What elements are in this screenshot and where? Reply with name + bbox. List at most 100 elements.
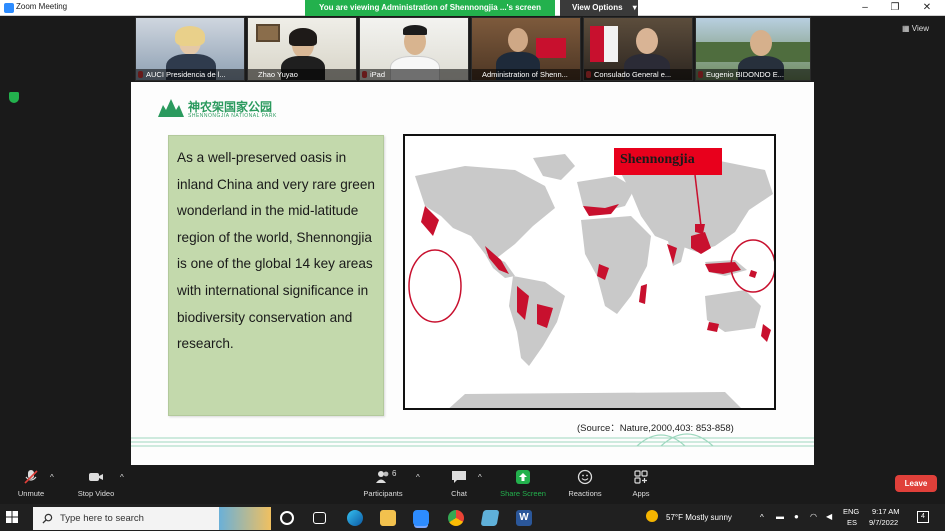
window-title: Zoom Meeting (16, 2, 68, 11)
windows-start-icon[interactable] (6, 511, 18, 523)
notification-count: 4 (921, 513, 925, 520)
video-camera-icon (89, 473, 103, 481)
background-flag (604, 26, 618, 62)
participant-name: Administration of Shenn... (472, 69, 580, 80)
reactions-button[interactable]: Reactions (565, 469, 605, 498)
clock-date[interactable]: 9/7/2022 (869, 518, 898, 527)
chrome-browser-icon[interactable] (448, 510, 464, 526)
word-app-icon[interactable]: W (516, 510, 532, 526)
participant-video (636, 28, 658, 54)
muted-microphone-icon (24, 470, 38, 484)
participants-chevron-icon[interactable]: ^ (416, 473, 420, 482)
participant-video (750, 30, 772, 56)
video-options-chevron-icon[interactable]: ^ (120, 473, 124, 482)
map-callout-label: Shennongjia (620, 152, 695, 167)
participant-name: Eugenio BIDONDO E... (696, 69, 810, 80)
search-icon (42, 513, 53, 524)
share-screen-icon (516, 470, 530, 484)
zoom-logo-icon (4, 3, 14, 13)
search-placeholder: Type here to search (60, 513, 144, 524)
participant-name: AUCI Presidencia de l... (136, 69, 244, 80)
view-button[interactable]: ▦ View (902, 24, 929, 33)
cortana-icon[interactable] (280, 511, 294, 525)
participants-icon (376, 471, 389, 483)
title-bar: Zoom Meeting You are viewing Administrat… (0, 0, 945, 16)
tray-chevron-icon[interactable]: ^ (760, 513, 764, 522)
participant-name: Zhao Yuyao (248, 69, 356, 80)
audio-options-chevron-icon[interactable]: ^ (50, 473, 54, 482)
background-flag (536, 38, 566, 58)
view-options-button[interactable]: View Options ▾ (560, 0, 638, 16)
participant-tile[interactable]: Administration of Shenn... (471, 17, 581, 81)
close-icon[interactable]: ✕ (912, 0, 942, 16)
encryption-shield-icon[interactable] (9, 92, 19, 103)
edge-browser-icon[interactable] (347, 510, 363, 526)
windows-taskbar: Type here to search W 57°F Mostly sunny … (0, 504, 945, 531)
language-indicator-bottom[interactable]: ES (847, 518, 857, 527)
participant-hair (289, 28, 317, 46)
file-explorer-icon[interactable] (380, 510, 396, 526)
meeting-toolbar: Unmute ^ Stop Video ^ 6 Participants ^ C… (0, 465, 945, 504)
participant-hair (403, 25, 427, 35)
unmute-label: Unmute (17, 489, 45, 498)
unmute-button[interactable]: Unmute (14, 469, 48, 498)
view-label: View (911, 24, 929, 33)
chat-button[interactable]: Chat (444, 469, 474, 498)
chevron-down-icon: ▾ (632, 3, 637, 12)
microphone-tray-icon[interactable]: ● (794, 512, 799, 521)
weather-sun-icon (646, 510, 658, 522)
background-flag (590, 26, 604, 62)
participants-label: Participants (363, 489, 403, 498)
volume-icon[interactable]: ◀ (826, 512, 832, 521)
reactions-label: Reactions (568, 489, 602, 498)
participant-tile[interactable]: Zhao Yuyao (247, 17, 357, 81)
clock-time[interactable]: 9:17 AM (872, 507, 900, 516)
participants-button[interactable]: 6 Participants (359, 469, 407, 498)
participants-count: 6 (392, 469, 397, 478)
wifi-icon[interactable]: ◠ (810, 512, 817, 521)
participant-name: Consulado General e... (584, 69, 692, 80)
slide-body-text: As a well-preserved oasis in inland Chin… (177, 150, 375, 352)
apps-button[interactable]: Apps (626, 469, 656, 498)
word-letter: W (519, 512, 529, 523)
weather-text[interactable]: 57°F Mostly sunny (666, 513, 732, 522)
share-screen-button[interactable]: Share Screen (496, 469, 550, 498)
view-options-label: View Options (572, 3, 623, 12)
participant-strip: AUCI Presidencia de l... Zhao Yuyao iPad… (135, 17, 811, 81)
stop-video-button[interactable]: Stop Video (72, 469, 120, 498)
participant-tile[interactable]: Eugenio BIDONDO E... (695, 17, 811, 81)
taskbar-search-box[interactable]: Type here to search (33, 507, 271, 530)
shared-screen-slide: 神农架国家公园 SHENNONGJIA NATIONAL PARK As a w… (131, 82, 814, 465)
mountain-logo-icon (158, 99, 184, 117)
stop-video-label: Stop Video (77, 489, 115, 498)
minimize-icon[interactable]: – (850, 0, 880, 16)
park-logo: 神农架国家公园 SHENNONGJIA NATIONAL PARK (158, 97, 318, 121)
participant-video (508, 28, 528, 52)
logo-english-text: SHENNONGJIA NATIONAL PARK (188, 113, 277, 119)
chat-bubble-icon (452, 471, 466, 483)
search-highlight-image (219, 507, 271, 530)
world-map-graphic (405, 136, 774, 408)
task-view-icon[interactable] (313, 512, 326, 524)
zoom-app-icon[interactable] (413, 510, 429, 526)
network-icon[interactable]: ▬ (776, 512, 784, 521)
chat-chevron-icon[interactable]: ^ (478, 473, 482, 482)
participant-tile[interactable]: AUCI Presidencia de l... (135, 17, 245, 81)
participants-icon-wrap: 6 (359, 469, 407, 489)
participant-name: iPad (360, 69, 468, 80)
restore-icon[interactable]: ❐ (880, 0, 910, 16)
leave-button[interactable]: Leave (895, 475, 937, 492)
language-indicator-top[interactable]: ENG (843, 507, 859, 516)
notification-center-icon[interactable]: 4 (917, 511, 929, 523)
notes-app-icon[interactable] (480, 510, 500, 526)
screen-share-banner: You are viewing Administration of Shenno… (305, 0, 555, 16)
slide-text-box: As a well-preserved oasis in inland Chin… (168, 135, 384, 416)
participant-tile[interactable]: Consulado General e... (583, 17, 693, 81)
world-map: Shennongjia (403, 134, 776, 410)
wall-picture (256, 24, 280, 42)
participant-tile[interactable]: iPad (359, 17, 469, 81)
zoom-window: Zoom Meeting You are viewing Administrat… (0, 0, 945, 531)
apps-icon (634, 470, 648, 484)
smiley-icon (577, 469, 593, 485)
slide-footer-decoration (131, 433, 814, 447)
